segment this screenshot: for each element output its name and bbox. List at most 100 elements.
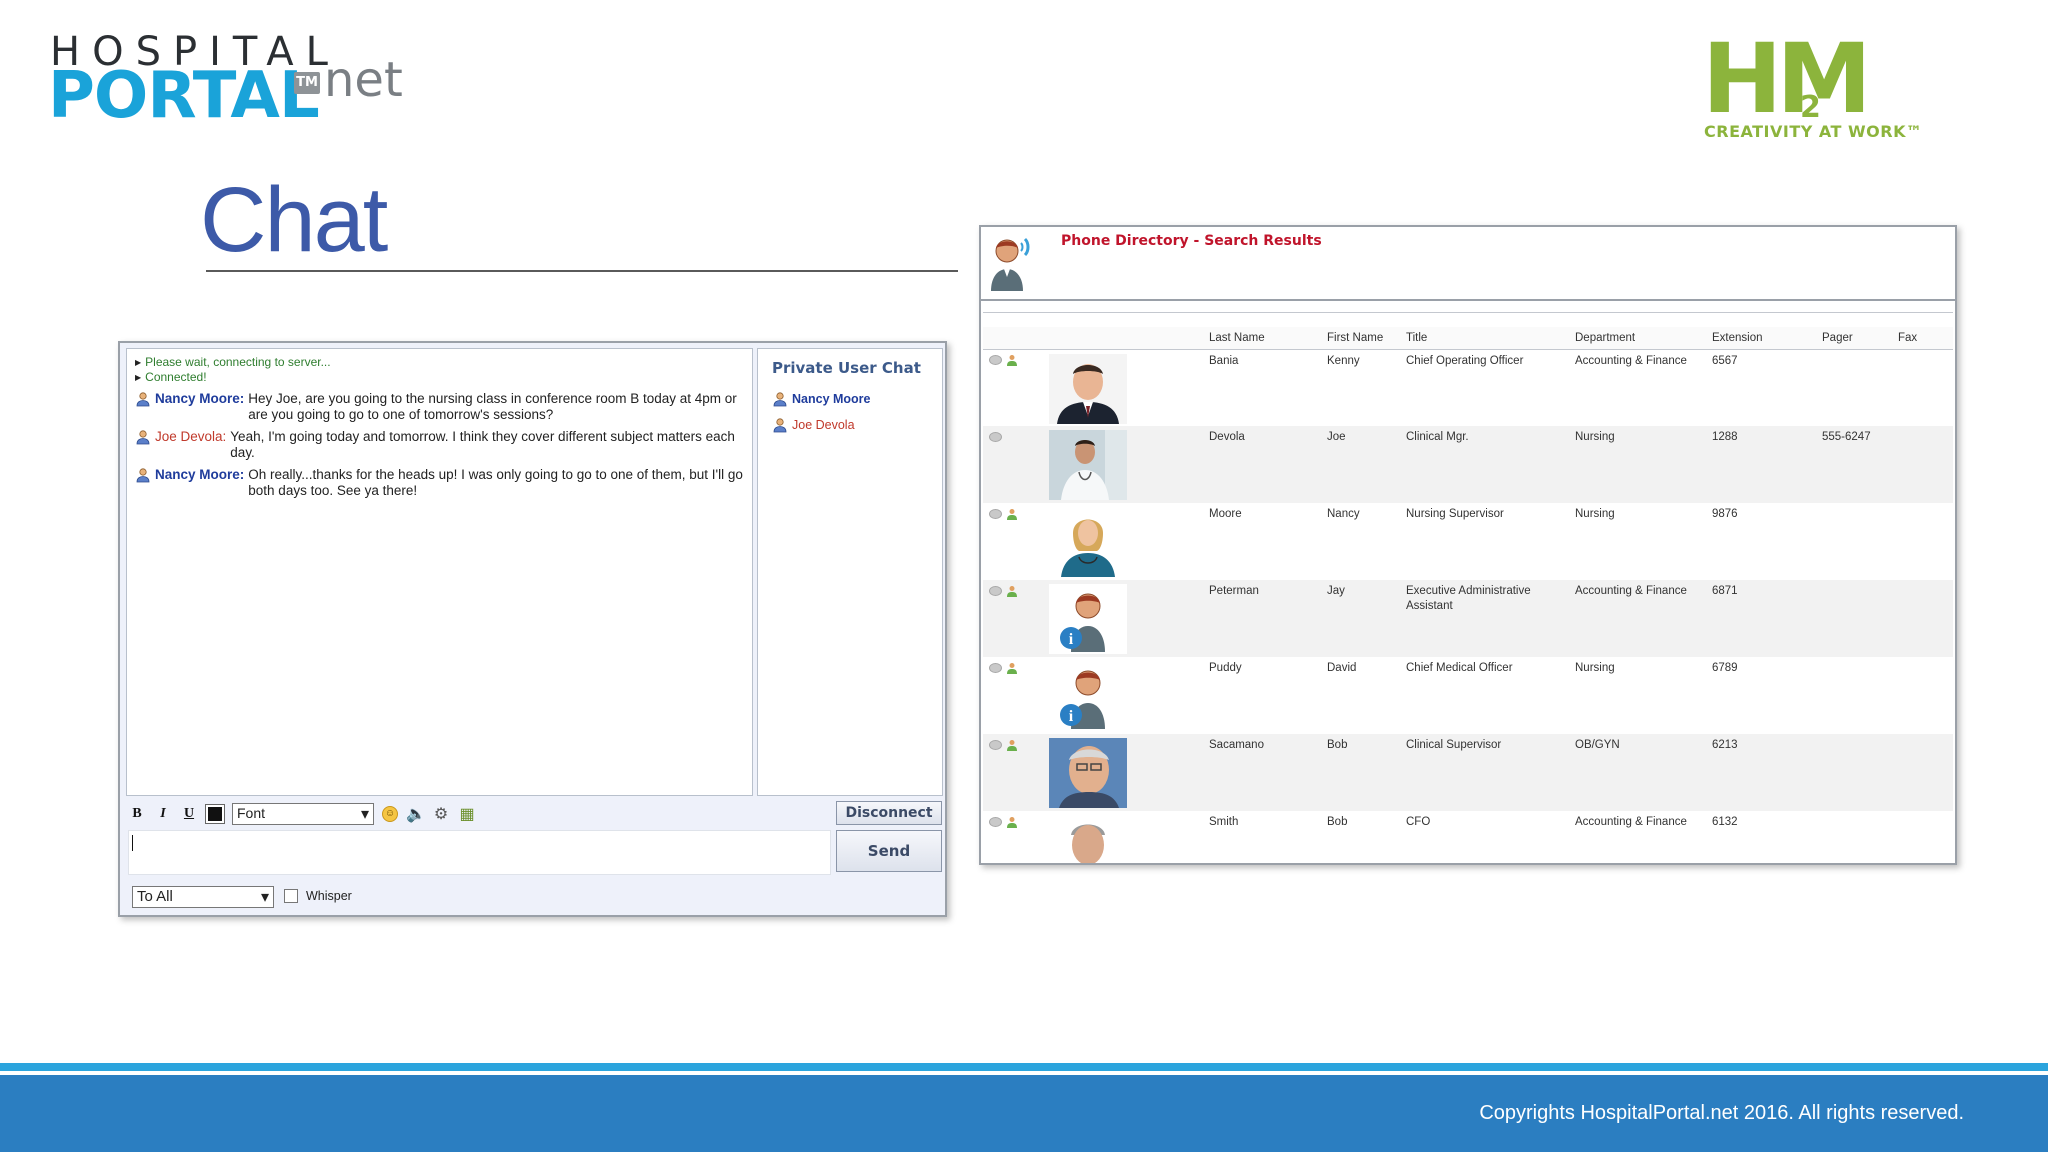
photo-cell [1047, 734, 1207, 811]
send-button[interactable]: Send [836, 830, 942, 872]
column-header[interactable]: Last Name [1207, 327, 1325, 350]
toolbar-divider [983, 312, 1953, 313]
chat-message: Nancy Moore: Oh really...thanks for the … [135, 467, 744, 499]
column-photo [1047, 327, 1207, 350]
title-cell: Chief Operating Officer [1406, 354, 1524, 367]
person-status-icon[interactable] [1006, 508, 1018, 520]
column-header[interactable]: Fax [1896, 327, 1953, 350]
extension-cell: 6567 [1712, 354, 1738, 367]
logo-net-text: net [324, 52, 403, 108]
table-row[interactable]: Smith Bob CFO Accounting & Finance 6132 [983, 811, 1953, 863]
row-actions [983, 811, 1047, 863]
svg-text:i: i [1069, 631, 1074, 648]
department-cell: Accounting & Finance [1575, 816, 1687, 828]
phone-contact-icon [991, 237, 1030, 291]
column-header[interactable]: Pager [1820, 327, 1896, 350]
placeholder-avatar: i [1049, 661, 1127, 731]
whisper-checkbox[interactable] [284, 889, 298, 903]
h2m-tagline: CREATIVITY AT WORK™ [1704, 122, 1923, 141]
extension-cell: 6213 [1710, 734, 1820, 811]
last-name-cell: Puddy [1209, 662, 1242, 674]
italic-button[interactable]: I [154, 804, 172, 824]
photo-cell [1047, 503, 1207, 580]
chat-bubble-icon[interactable] [989, 431, 1002, 442]
department-cell: Nursing [1573, 426, 1710, 503]
table-row[interactable]: Moore Nancy Nursing Supervisor Nursing 9… [983, 503, 1953, 580]
last-name-cell: Devola [1207, 426, 1325, 503]
chat-window: Please wait, connecting to server... Con… [118, 341, 947, 917]
whisper-label: Whisper [306, 889, 352, 903]
bold-button[interactable]: B [128, 804, 146, 824]
sound-icon[interactable]: 🔈 [406, 804, 426, 824]
person-status-icon[interactable] [1006, 816, 1018, 828]
pager-cell [1820, 503, 1896, 580]
font-select[interactable]: Font [232, 803, 374, 825]
private-user-item[interactable]: Joe Devola [772, 417, 928, 433]
whisper-option[interactable]: Whisper [284, 889, 352, 903]
chat-bubble-icon[interactable] [989, 585, 1002, 596]
column-header[interactable]: Extension [1710, 327, 1820, 350]
author-name[interactable]: Nancy Moore: [155, 467, 244, 483]
photo-cell [1047, 426, 1207, 503]
first-name-cell: Jay [1325, 580, 1404, 657]
user-icon [136, 430, 150, 445]
logo-tm-badge: TM [294, 72, 320, 94]
text-color-button[interactable] [205, 804, 225, 824]
chat-bubble-icon[interactable] [989, 739, 1002, 750]
underline-button[interactable]: U [180, 804, 198, 824]
author-name[interactable]: Nancy Moore: [155, 391, 244, 407]
emoticon-icon[interactable]: ☺ [382, 806, 398, 822]
person-status-icon[interactable] [1006, 354, 1018, 367]
table-row[interactable]: i Peterman Jay Executive Administrative … [983, 580, 1953, 657]
title-cell: Executive Administrative Assistant [1404, 580, 1573, 657]
employee-photo [1049, 815, 1127, 863]
phone-directory-window: Phone Directory - Search Results Last Na… [979, 225, 1957, 865]
department-cell: Nursing [1575, 662, 1615, 674]
private-user-item[interactable]: Nancy Moore [772, 391, 928, 407]
last-name-cell: Peterman [1207, 580, 1325, 657]
message-text: Hey Joe, are you going to the nursing cl… [248, 391, 737, 422]
column-header[interactable]: Title [1404, 327, 1573, 350]
employee-photo [1049, 738, 1127, 808]
fax-cell [1896, 580, 1953, 657]
author-name[interactable]: Joe Devola: [155, 429, 226, 445]
column-header[interactable]: Department [1573, 327, 1710, 350]
first-name-cell: Kenny [1327, 354, 1360, 367]
employee-photo [1049, 430, 1127, 500]
extension-cell: 6789 [1712, 662, 1738, 674]
disconnect-button[interactable]: Disconnect [836, 801, 942, 825]
message-input[interactable] [128, 830, 831, 875]
column-header[interactable]: First Name [1325, 327, 1404, 350]
person-status-icon[interactable] [1006, 662, 1018, 674]
last-name-cell: Smith [1209, 816, 1239, 828]
table-row[interactable]: Sacamano Bob Clinical Supervisor OB/GYN … [983, 734, 1953, 811]
person-status-icon[interactable] [1006, 739, 1018, 751]
system-message: Connected! [135, 370, 744, 385]
table-row[interactable]: Bania Kenny Chief Operating Officer Acco… [983, 349, 1953, 426]
last-name-cell: Sacamano [1207, 734, 1325, 811]
table-row[interactable]: i Puddy David Chief Medical Officer Nurs… [983, 657, 1953, 734]
chat-bubble-icon[interactable] [989, 662, 1002, 673]
chat-bubble-icon[interactable] [989, 508, 1002, 519]
person-status-icon[interactable] [1006, 585, 1018, 597]
first-name-cell: Bob [1327, 816, 1348, 828]
message-author: Nancy Moore: [135, 467, 248, 499]
h2m-mark: HM [1702, 23, 1872, 135]
photo-cell [1047, 811, 1207, 863]
first-name-cell: Joe [1325, 426, 1404, 503]
table-row[interactable]: Devola Joe Clinical Mgr. Nursing 1288 55… [983, 426, 1953, 503]
chat-bubble-icon[interactable] [989, 355, 1002, 366]
recipient-select[interactable]: To All [132, 886, 274, 908]
placeholder-avatar: i [1049, 584, 1127, 654]
private-user-name: Joe Devola [792, 418, 855, 432]
department-cell: OB/GYN [1573, 734, 1710, 811]
private-user-header: Private User Chat [772, 359, 921, 377]
last-name-cell: Bania [1209, 354, 1239, 367]
title-cell: CFO [1406, 816, 1431, 828]
title-cell: Chief Medical Officer [1406, 662, 1513, 674]
chat-bubble-icon[interactable] [989, 816, 1002, 827]
title-divider [206, 270, 958, 272]
settings-gear-icon[interactable]: ⚙ [432, 804, 450, 824]
hospital-portal-logo: HOSPITAL PORTAL TM net [48, 30, 428, 128]
notes-icon[interactable]: ▦ [458, 804, 476, 824]
